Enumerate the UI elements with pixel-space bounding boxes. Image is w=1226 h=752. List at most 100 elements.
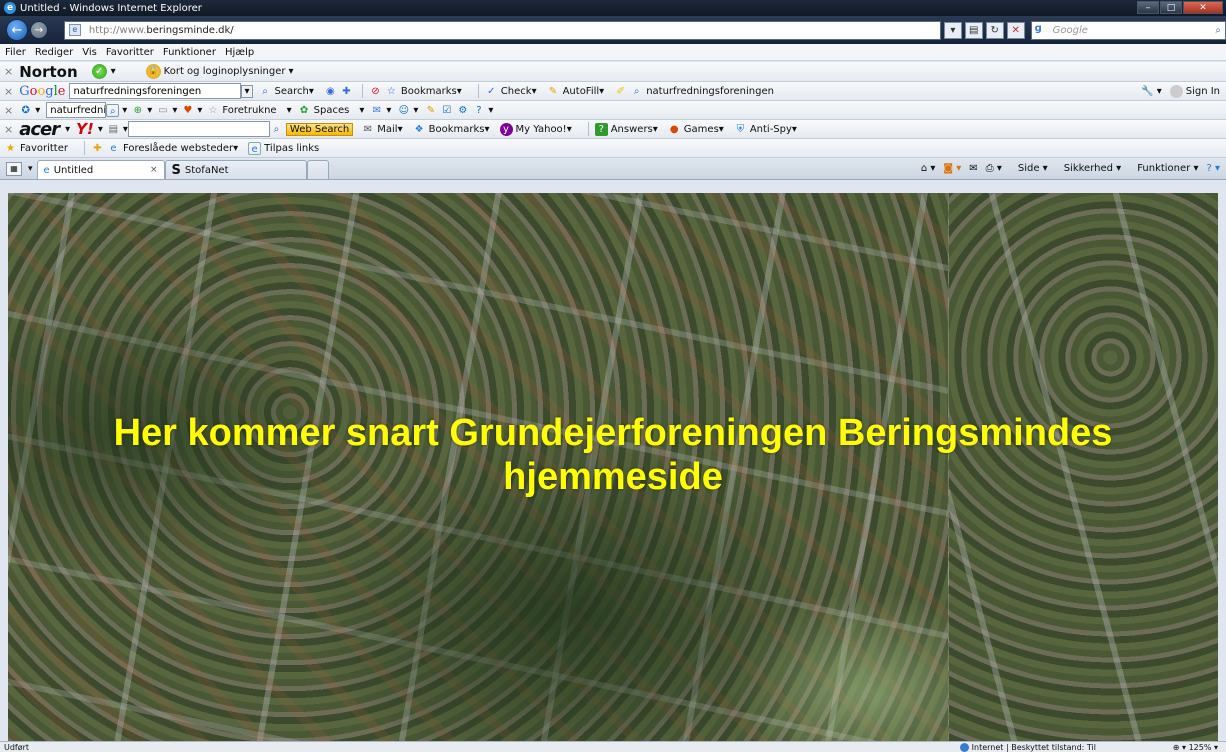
yahoo-mail-button[interactable]: ✉ Mail ▾ bbox=[361, 123, 403, 136]
menu-view[interactable]: Vis bbox=[82, 47, 97, 58]
share-icon[interactable]: ✚ bbox=[340, 85, 353, 98]
security-zone[interactable]: Internet | Beskyttet tilstand: Til bbox=[959, 742, 1096, 752]
home-icon[interactable]: ⌂ ▾ bbox=[921, 163, 936, 174]
search-icon[interactable]: ⌕ bbox=[1215, 25, 1221, 36]
refresh-button[interactable]: ↻ bbox=[985, 21, 1004, 39]
highlight-term-button[interactable]: ✐ ⌕ naturfredningsforeningen bbox=[614, 85, 774, 98]
close-toolbar-icon[interactable]: × bbox=[4, 65, 13, 78]
dropdown-arrow-icon[interactable]: ▾ bbox=[147, 105, 152, 116]
minimize-button[interactable]: – bbox=[1137, 1, 1159, 14]
sign-in-link[interactable]: Sign In bbox=[1186, 86, 1220, 97]
quick-tabs-icon[interactable]: ▦ bbox=[6, 161, 22, 176]
search-icon[interactable]: ⌕ bbox=[270, 123, 283, 136]
tab-untitled[interactable]: e Untitled × bbox=[36, 159, 165, 179]
dropdown-arrow-icon[interactable]: ▾ bbox=[1157, 86, 1162, 97]
foretrukne-button[interactable]: ☆ Foretrukne bbox=[206, 104, 276, 117]
dropdown-arrow-icon[interactable]: ▾ bbox=[413, 105, 418, 116]
dropdown-arrow-icon[interactable]: ▾ bbox=[98, 124, 103, 135]
norton-logo[interactable]: Norton bbox=[19, 63, 77, 81]
page-menu[interactable]: Side ▾ bbox=[1010, 163, 1048, 174]
dropdown-arrow-icon[interactable]: ▾ bbox=[111, 66, 116, 77]
checkbox-icon[interactable]: ☑ bbox=[440, 104, 453, 117]
antispy-button[interactable]: ⛨ Anti-Spy ▾ bbox=[734, 123, 797, 136]
safety-menu[interactable]: Sikkerhed ▾ bbox=[1056, 163, 1121, 174]
dropdown-arrow-icon[interactable]: ▾ bbox=[289, 66, 294, 77]
web-search-button[interactable]: Web Search bbox=[285, 122, 354, 136]
google-search-provider-icon[interactable]: g bbox=[1035, 23, 1049, 37]
answers-button[interactable]: ? Answers ▾ bbox=[594, 122, 658, 136]
zoom-level[interactable]: ⊕ ▾ 125% ▾ bbox=[1173, 743, 1218, 752]
mail-icon[interactable]: ✉ bbox=[370, 104, 383, 117]
autofill-button[interactable]: ✎ AutoFill ▾ bbox=[547, 85, 604, 98]
tab-list-dropdown-icon[interactable]: ▾ bbox=[28, 164, 33, 174]
spaces-button[interactable]: ✿ Spaces bbox=[298, 104, 349, 117]
dropdown-arrow-icon[interactable]: ▾ bbox=[35, 105, 40, 116]
search-term-icon: ⌕ bbox=[633, 85, 640, 97]
buddies-icon[interactable]: ☺ bbox=[397, 104, 410, 117]
google-search-button[interactable]: ⌕ Search ▾ bbox=[259, 85, 314, 98]
tools-menu[interactable]: Funktioner ▾ bbox=[1129, 163, 1198, 174]
menu-favorites[interactable]: Favoritter bbox=[106, 47, 154, 58]
close-toolbar-icon[interactable]: × bbox=[4, 123, 13, 136]
print-icon[interactable]: ⎙ ▾ bbox=[986, 163, 1002, 174]
google-search-input[interactable] bbox=[69, 83, 242, 99]
yahoo-logo-icon[interactable]: Y! bbox=[76, 120, 94, 138]
dropdown-arrow-icon[interactable]: ▾ bbox=[65, 124, 70, 135]
forward-button[interactable]: → bbox=[29, 21, 48, 39]
address-dropdown-button[interactable]: ▾ bbox=[943, 21, 962, 39]
search-input[interactable]: g Google ⌕ bbox=[1030, 20, 1226, 40]
close-toolbar-icon[interactable]: × bbox=[4, 104, 13, 117]
dropdown-arrow-icon[interactable]: ▾ bbox=[241, 84, 253, 98]
help-icon[interactable]: ? ▾ bbox=[1206, 163, 1220, 174]
menu-tools[interactable]: Funktioner bbox=[163, 47, 216, 58]
google-bookmarks-button[interactable]: ☆ Bookmarks ▾ bbox=[385, 85, 462, 98]
back-button[interactable]: ← bbox=[6, 19, 28, 41]
dropdown-arrow-icon[interactable]: ▾ bbox=[287, 105, 292, 116]
stop-button[interactable]: ✕ bbox=[1006, 21, 1025, 39]
spell-check-button[interactable]: ✓ Check ▾ bbox=[485, 85, 537, 98]
address-domain: beringsminde.dk/ bbox=[146, 24, 234, 36]
customize-links-button[interactable]: e Tilpas links bbox=[248, 141, 319, 155]
aol-logo-icon[interactable]: ✪ bbox=[19, 104, 32, 117]
new-tab-button[interactable] bbox=[306, 159, 329, 179]
wrench-icon[interactable]: 🔧 bbox=[1141, 85, 1154, 98]
compatibility-view-icon[interactable]: ▤ bbox=[964, 21, 983, 39]
games-button[interactable]: ● Games ▾ bbox=[668, 123, 724, 136]
favorites-button[interactable]: ★ Favoritter bbox=[4, 142, 68, 155]
yahoo-search-input[interactable] bbox=[127, 121, 270, 137]
window-icon[interactable]: ▭ bbox=[156, 104, 169, 117]
dropdown-arrow-icon[interactable]: ▾ bbox=[197, 105, 202, 116]
menu-help[interactable]: Hjælp bbox=[225, 47, 254, 58]
aol-search-input[interactable] bbox=[46, 102, 107, 118]
help-icon[interactable]: ? bbox=[472, 104, 485, 117]
dropdown-arrow-icon[interactable]: ▾ bbox=[488, 105, 493, 116]
maximize-button[interactable]: □ bbox=[1160, 1, 1182, 14]
pagerank-icon[interactable]: ◉ bbox=[324, 85, 337, 98]
toolbar-options-icon[interactable]: ▤ bbox=[107, 123, 120, 136]
my-yahoo-button[interactable]: y My Yahoo! ▾ bbox=[499, 122, 572, 136]
pencil-icon[interactable]: ✎ bbox=[424, 104, 437, 117]
add-favorite-icon[interactable]: ✚ bbox=[91, 142, 104, 155]
norton-login-menu[interactable]: Kort og loginoplysninger bbox=[164, 66, 286, 77]
settings-icon[interactable]: ⚙ bbox=[456, 104, 469, 117]
popup-blocker-icon[interactable]: ⊘ bbox=[369, 85, 382, 98]
dropdown-arrow-icon[interactable]: ▾ bbox=[359, 105, 364, 116]
yahoo-bookmarks-button[interactable]: ❖ Bookmarks ▾ bbox=[413, 123, 490, 136]
search-icon[interactable]: ⌕ bbox=[106, 103, 120, 117]
feeds-icon[interactable]: ◙ ▾ bbox=[943, 163, 961, 174]
dropdown-arrow-icon[interactable]: ▾ bbox=[122, 105, 127, 116]
dropdown-arrow-icon[interactable]: ▾ bbox=[172, 105, 177, 116]
aol-heart-icon[interactable]: ♥ bbox=[181, 104, 194, 117]
dropdown-arrow-icon[interactable]: ▾ bbox=[386, 105, 391, 116]
menu-edit[interactable]: Rediger bbox=[35, 47, 73, 58]
close-tab-icon[interactable]: × bbox=[150, 165, 158, 175]
suggested-sites-button[interactable]: e Foreslåede websteder ▾ bbox=[107, 142, 238, 155]
close-window-button[interactable]: ✕ bbox=[1183, 1, 1223, 14]
menu-file[interactable]: Filer bbox=[5, 47, 26, 58]
read-mail-icon[interactable]: ✉ bbox=[969, 163, 977, 174]
norton-safe-check-icon[interactable]: ✓ bbox=[91, 64, 107, 79]
close-toolbar-icon[interactable]: × bbox=[4, 85, 13, 98]
tab-stofanet[interactable]: S StofaNet bbox=[164, 159, 307, 179]
address-field[interactable]: e http://www. beringsminde.dk/ bbox=[63, 20, 941, 40]
aol-globe-icon[interactable]: ⊕ bbox=[131, 104, 144, 117]
